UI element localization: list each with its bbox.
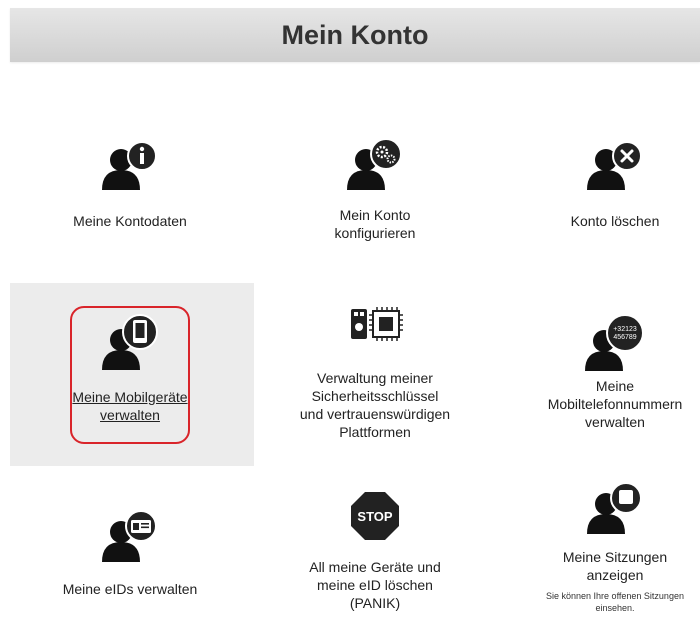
label-line: Meine Sitzungen	[562, 549, 668, 565]
tile-meine-sitzungen-anzeigen[interactable]: Meine Sitzungen anzeigen Sie können Ihre…	[495, 482, 700, 617]
tile-label: Mein Konto konfigurieren	[255, 206, 495, 242]
label-line: verwalten	[100, 407, 160, 423]
label-line: verwalten	[585, 414, 645, 430]
tile-konto-loeschen[interactable]: Konto löschen	[495, 140, 700, 250]
label-line: Meine Kontodaten	[73, 213, 187, 229]
account-info-icon	[102, 141, 157, 190]
phone-number-line: 456789	[613, 334, 636, 341]
security-key-icon	[351, 307, 403, 341]
label-line: Mein Konto	[339, 207, 411, 223]
tile-label-link[interactable]: Meine Mobilgeräte verwalten	[10, 388, 250, 424]
label-line: meine eID löschen	[317, 577, 433, 593]
description-line: einsehen.	[595, 603, 635, 613]
tile-label: Meine Mobiltelefonnummern verwalten	[495, 377, 700, 431]
stop-sign-icon: STOP	[351, 492, 399, 540]
sessions-icon	[587, 482, 642, 534]
page-header: Mein Konto	[10, 8, 700, 62]
tile-label: Konto löschen	[495, 212, 700, 230]
tile-mobiltelefonnummern[interactable]: +32123 456789 Meine Mobiltelefonnummern …	[495, 315, 700, 455]
tile-mein-konto-konfigurieren[interactable]: Mein Konto konfigurieren	[255, 138, 495, 250]
label-line: Meine	[595, 378, 635, 394]
tile-sicherheitsschluessel[interactable]: Verwaltung meiner Sicherheitsschlüssel u…	[255, 305, 495, 445]
tile-label: Meine Sitzungen anzeigen	[495, 548, 700, 584]
label-line: Plattformen	[339, 424, 411, 440]
tile-meine-kontodaten[interactable]: Meine Kontodaten	[10, 140, 250, 250]
label-line: Meine eIDs verwalten	[62, 581, 198, 597]
tile-label: Meine eIDs verwalten	[10, 580, 250, 598]
tile-label: Verwaltung meiner Sicherheitsschlüssel u…	[255, 369, 495, 441]
page-title: Mein Konto	[281, 19, 429, 50]
label-line: und vertrauenswürdigen	[299, 406, 451, 422]
label-line: anzeigen	[586, 567, 644, 583]
mobile-devices-icon	[102, 314, 158, 370]
description-line: Sie können Ihre offenen Sitzungen	[546, 591, 684, 601]
phone-number-line: +32123	[613, 326, 637, 333]
phone-numbers-icon: +32123 456789	[585, 315, 644, 371]
label-line: Mobiltelefonnummern	[547, 396, 683, 412]
label-line: Konto löschen	[570, 213, 660, 229]
tile-panik[interactable]: STOP All meine Geräte und meine eID lösc…	[255, 490, 495, 615]
tile-meine-eids-verwalten[interactable]: Meine eIDs verwalten	[10, 510, 250, 605]
delete-account-icon	[587, 141, 642, 190]
label-line: Meine Mobilgeräte	[72, 389, 188, 405]
tile-label: All meine Geräte und meine eID löschen (…	[255, 558, 495, 612]
tile-description: Sie können Ihre offenen Sitzungen einseh…	[495, 590, 700, 614]
tile-label: Meine Kontodaten	[10, 212, 250, 230]
label-line: Sicherheitsschlüssel	[311, 388, 439, 404]
eid-card-icon	[102, 510, 157, 562]
label-line: All meine Geräte und	[309, 559, 441, 575]
stop-text: STOP	[357, 509, 392, 524]
label-line: (PANIK)	[349, 595, 401, 611]
label-line: konfigurieren	[334, 225, 416, 241]
account-settings-icon	[347, 138, 402, 190]
tile-meine-mobilgeraete-verwalten[interactable]: Meine Mobilgeräte verwalten	[10, 310, 250, 450]
label-line: Verwaltung meiner	[317, 370, 433, 386]
